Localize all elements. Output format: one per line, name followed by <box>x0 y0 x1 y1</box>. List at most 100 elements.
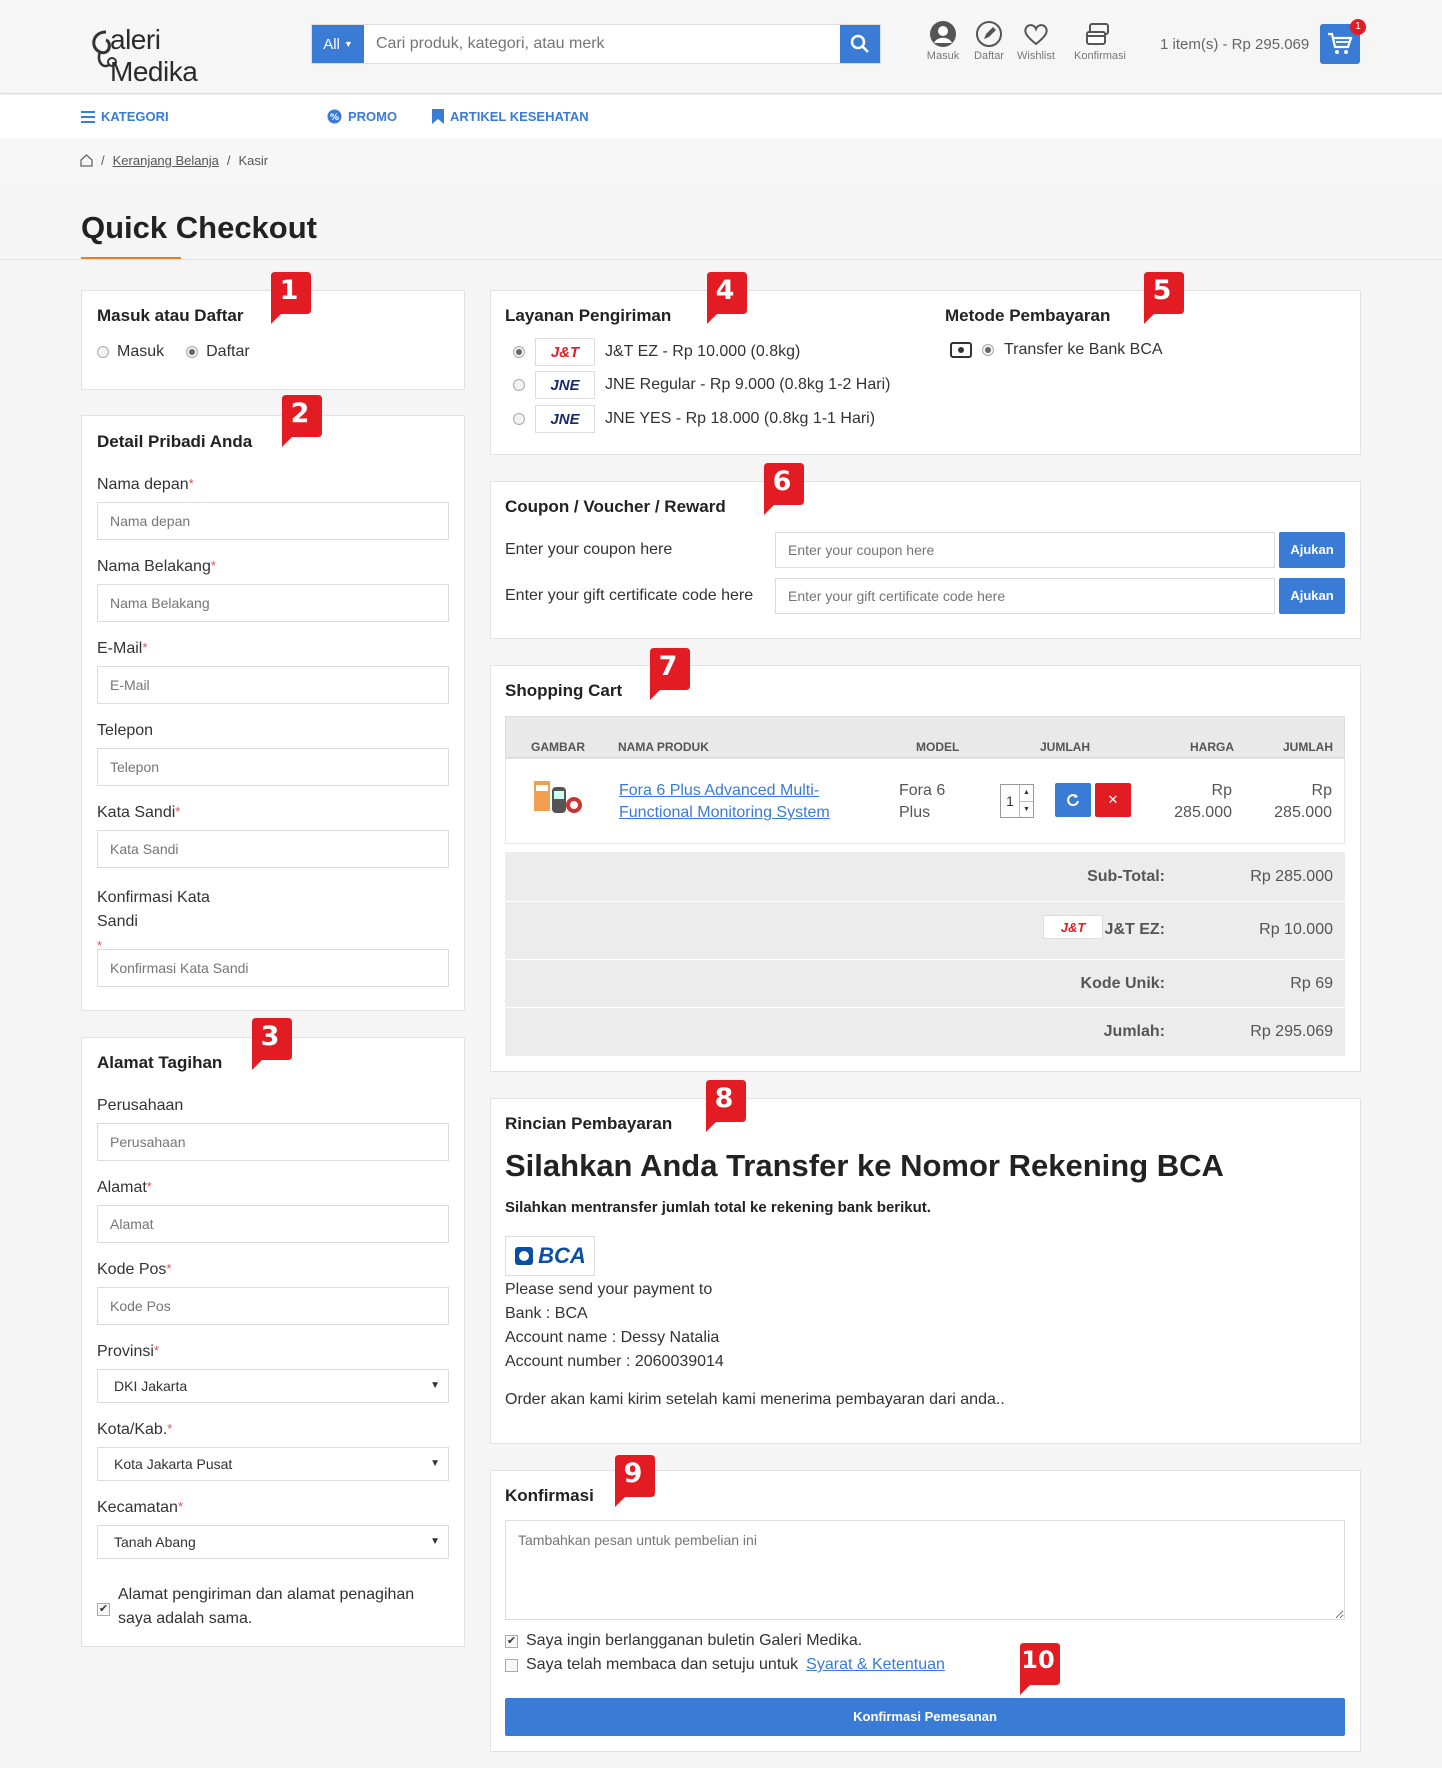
header-wishlist[interactable]: Wishlist <box>1013 20 1059 66</box>
bca-logo: BCA <box>505 1236 595 1276</box>
site-logo[interactable]: aleri Medika <box>84 22 254 87</box>
postcode-label-text: Kode Pos <box>97 1261 167 1278</box>
quantity-arrows: ▲ ▼ <box>1019 785 1033 817</box>
product-thumbnail[interactable] <box>532 777 584 823</box>
bank-info-line3: Account name : Dessy Natalia <box>505 1329 720 1346</box>
shipping-radio[interactable] <box>513 379 525 391</box>
phone-label: Telepon <box>97 722 154 739</box>
caret-down-icon: ▼ <box>343 39 353 49</box>
address-input[interactable] <box>97 1205 449 1243</box>
shipping-radio[interactable] <box>513 346 525 358</box>
radio-daftar[interactable] <box>186 346 199 358</box>
shipping-option-jt-ez[interactable]: J&T J&T EZ - Rp 10.000 (0.8kg) <box>513 338 800 366</box>
step-marker-1: 1 <box>267 272 311 324</box>
promo-icon: % <box>327 109 342 124</box>
shipping-option-label: JNE Regular - Rp 9.000 (0.8kg 1-2 Hari) <box>605 376 891 393</box>
search-button[interactable] <box>840 25 880 63</box>
product-name-link[interactable]: Fora 6 Plus Advanced Multi- Functional Mo… <box>619 780 830 824</box>
page-title: Quick Checkout <box>81 210 317 245</box>
step-marker-7-label: 7 <box>658 651 678 682</box>
home-icon[interactable] <box>80 154 93 167</box>
step-marker-2: 2 <box>278 395 322 447</box>
gift-certificate-input[interactable] <box>775 578 1275 614</box>
bank-info-line1: Please send your payment to <box>505 1281 713 1298</box>
first-name-label: Nama depan* <box>97 476 194 493</box>
billing-panel-title: Alamat Tagihan <box>97 1053 223 1072</box>
terms-link[interactable]: Syarat & Ketentuan <box>806 1656 945 1674</box>
header-wishlist-label: Wishlist <box>1017 50 1055 62</box>
quantity-value[interactable]: 1 <box>1001 785 1019 817</box>
last-name-input[interactable] <box>97 584 449 622</box>
first-name-label-text: Nama depan <box>97 476 189 493</box>
radio-masuk[interactable] <box>97 346 109 358</box>
postcode-input[interactable] <box>97 1287 449 1325</box>
shipping-radio[interactable] <box>513 413 525 425</box>
update-quantity-button[interactable] <box>1055 783 1091 817</box>
search-input[interactable] <box>364 25 840 63</box>
phone-input[interactable] <box>97 748 449 786</box>
password-input[interactable] <box>97 830 449 868</box>
payment-option-bca[interactable]: Transfer ke Bank BCA <box>950 341 1163 359</box>
terms-checkbox[interactable] <box>505 1658 518 1672</box>
cart-panel-title: Shopping Cart <box>505 681 623 700</box>
district-select[interactable]: Tanah Abang ▼ <box>97 1525 449 1559</box>
apply-gift-button[interactable]: Ajukan <box>1279 578 1345 614</box>
product-name-line1: Fora 6 Plus Advanced Multi- <box>619 782 820 799</box>
company-input[interactable] <box>97 1123 449 1161</box>
header-login[interactable]: Masuk <box>920 20 966 66</box>
product-name-line2: Functional Monitoring System <box>619 804 830 821</box>
radio-daftar-label: Daftar <box>206 343 250 360</box>
email-input[interactable] <box>97 666 449 704</box>
remove-item-button[interactable]: ✕ <box>1095 783 1131 817</box>
confirm-password-input[interactable] <box>97 949 449 987</box>
quantity-down-icon[interactable]: ▼ <box>1020 802 1033 818</box>
product-total-line1: Rp <box>1311 782 1332 799</box>
payment-details-title: Rincian Pembayaran <box>505 1114 673 1133</box>
product-model-line2: Plus <box>899 804 931 821</box>
newsletter-row: ✔ Saya ingin berlangganan buletin Galeri… <box>505 1632 862 1650</box>
payment-radio[interactable] <box>982 344 994 356</box>
gift-certificate-label: Enter your gift certificate code here <box>505 587 754 604</box>
nav-promo[interactable]: % PROMO <box>327 109 397 124</box>
city-select[interactable]: Kota Jakarta Pusat ▼ <box>97 1447 449 1481</box>
province-select[interactable]: DKI Jakarta ▼ <box>97 1369 449 1403</box>
email-label-text: E-Mail <box>97 640 143 657</box>
apply-coupon-button[interactable]: Ajukan <box>1279 532 1345 568</box>
grand-total-row: Jumlah: Rp 295.069 <box>505 1008 1345 1056</box>
nav-kategori[interactable]: KATEGORI <box>81 109 169 124</box>
last-name-label: Nama Belakang* <box>97 558 216 575</box>
unique-code-value: Rp 69 <box>1290 975 1333 992</box>
shipping-option-jne-yes[interactable]: JNE JNE YES - Rp 18.000 (0.8kg 1-1 Hari) <box>513 405 875 433</box>
first-name-input[interactable] <box>97 502 449 540</box>
province-select-value: DKI Jakarta <box>114 1378 188 1394</box>
quantity-up-icon[interactable]: ▲ <box>1020 785 1033 802</box>
password-label: Kata Sandi* <box>97 804 181 821</box>
user-icon <box>930 21 956 47</box>
header-confirm[interactable]: Konfirmasi <box>1074 20 1126 66</box>
col-model: MODEL <box>916 740 960 754</box>
shipping-cost-value: Rp 10.000 <box>1259 921 1333 938</box>
coupon-panel-title: Coupon / Voucher / Reward <box>505 497 726 516</box>
heart-icon <box>1024 24 1048 46</box>
bank-info-line2: Bank : BCA <box>505 1305 588 1322</box>
subtotal-label: Sub-Total: <box>1087 868 1165 885</box>
search-icon <box>850 34 869 53</box>
shipping-option-jne-regular[interactable]: JNE JNE Regular - Rp 9.000 (0.8kg 1-2 Ha… <box>513 371 890 399</box>
same-address-checkbox[interactable]: ✔ <box>97 1603 110 1616</box>
bookmark-icon <box>432 109 444 124</box>
caret-down-icon: ▼ <box>430 1536 440 1547</box>
step-marker-1-label: 1 <box>279 275 299 306</box>
order-message-textarea[interactable] <box>505 1520 1345 1620</box>
nav-artikel[interactable]: ARTIKEL KESEHATAN <box>432 109 589 124</box>
subtotal-value: Rp 285.000 <box>1250 868 1333 885</box>
confirm-order-button[interactable]: Konfirmasi Pemesanan <box>505 1698 1345 1736</box>
cart-summary[interactable]: 1 item(s) - Rp 295.069 <box>1160 36 1309 53</box>
coupon-input[interactable] <box>775 532 1275 568</box>
breadcrumb-cart-link[interactable]: Keranjang Belanja <box>113 153 219 168</box>
newsletter-checkbox[interactable]: ✔ <box>505 1634 518 1648</box>
product-price-line2: 285.000 <box>1174 804 1232 821</box>
header-register[interactable]: Daftar <box>966 20 1012 66</box>
search-scope-dropdown[interactable]: All ▼ <box>312 25 364 63</box>
breadcrumb-current: Kasir <box>238 153 269 168</box>
header-register-label: Daftar <box>974 50 1004 62</box>
